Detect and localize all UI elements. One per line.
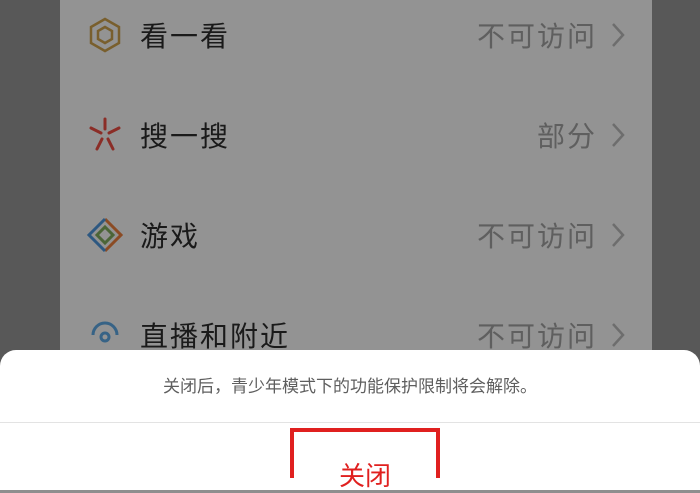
settings-item-label: 直播和附近 bbox=[140, 320, 291, 353]
settings-item-label: 看一看 bbox=[140, 20, 231, 53]
settings-item-search[interactable]: 搜一搜 部分 bbox=[60, 85, 652, 185]
chevron-right-icon bbox=[612, 223, 625, 247]
confirm-sheet: 关闭后，青少年模式下的功能保护限制将会解除。 关闭 bbox=[0, 350, 700, 492]
settings-item-value: 不可访问 bbox=[476, 20, 597, 53]
sheet-message: 关闭后，青少年模式下的功能保护限制将会解除。 bbox=[163, 377, 537, 397]
chevron-right-icon bbox=[612, 323, 625, 347]
settings-item-look[interactable]: 看一看 不可访问 bbox=[60, 0, 652, 85]
look-icon bbox=[89, 17, 121, 53]
settings-item-value: 部分 bbox=[536, 120, 597, 153]
chevron-right-icon bbox=[612, 23, 625, 47]
chevron-right-icon bbox=[612, 123, 625, 147]
settings-item-value: 不可访问 bbox=[476, 320, 597, 353]
divider bbox=[0, 422, 700, 423]
settings-item-value: 不可访问 bbox=[476, 220, 597, 253]
settings-list: 看一看 不可访问 搜一搜 部分 游戏 不可访问 直播和附近 不可访问 bbox=[60, 0, 652, 360]
games-icon bbox=[86, 217, 124, 253]
search-icon bbox=[89, 117, 121, 151]
settings-item-nearby[interactable]: 直播和附近 不可访问 bbox=[60, 285, 652, 360]
settings-item-games[interactable]: 游戏 不可访问 bbox=[60, 185, 652, 285]
close-button[interactable]: 关闭 bbox=[290, 428, 440, 492]
nearby-icon bbox=[91, 321, 119, 343]
settings-item-label: 搜一搜 bbox=[140, 120, 231, 153]
settings-item-label: 游戏 bbox=[140, 220, 201, 253]
